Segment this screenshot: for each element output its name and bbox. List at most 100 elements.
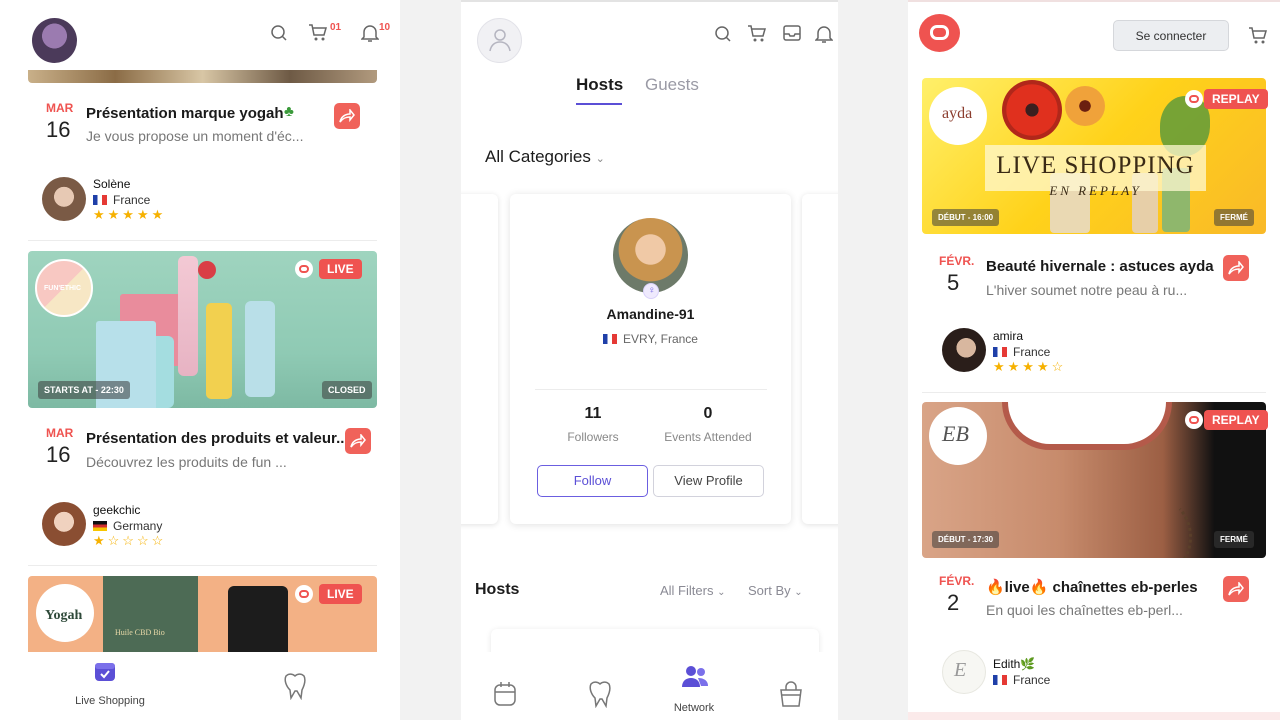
tab-guests[interactable]: Guests — [645, 75, 699, 95]
live-badge: LIVE — [319, 259, 362, 279]
view-profile-button[interactable]: View Profile — [653, 465, 764, 497]
product-ball — [198, 261, 216, 279]
host-name[interactable]: Solène — [93, 177, 130, 191]
host-name[interactable]: geekchic — [93, 503, 140, 517]
cart-icon[interactable] — [1248, 26, 1268, 46]
hosts-section-title: Hosts — [475, 581, 520, 598]
event-day: 2 — [947, 590, 960, 615]
cart-icon[interactable] — [308, 23, 328, 43]
france-flag-icon — [93, 195, 107, 205]
start-time-tag: STARTS AT - 22:30 — [38, 381, 130, 399]
network-screen: Hosts Guests All Categories ⌄ ♀ Amandine… — [461, 0, 838, 720]
bell-icon[interactable] — [815, 24, 833, 44]
replay-screen: Se connecter ayda LIVE SHOPPING EN REPLA… — [908, 0, 1280, 720]
profile-card-previous[interactable] — [461, 194, 498, 524]
inbox-icon[interactable] — [782, 24, 802, 42]
host-country: Germany — [93, 519, 162, 533]
tooth-icon[interactable] — [587, 680, 613, 708]
event-description: Je vous propose un moment d'éc... — [86, 128, 304, 144]
cart-count-badge: 01 — [330, 22, 342, 33]
bottom-nav: Network — [461, 652, 838, 720]
event-month: FÉVR. — [939, 574, 975, 588]
event-month: MAR — [46, 426, 74, 440]
nav-live-shopping-label[interactable]: Live Shopping — [62, 695, 158, 707]
profile-card: ♀ Amandine-91 EVRY, France 11 Followers … — [510, 194, 791, 524]
cart-icon[interactable] — [747, 24, 767, 44]
start-time-tag: DÉBUT - 16:00 — [932, 209, 1000, 226]
closed-tag: CLOSED — [322, 381, 372, 399]
france-flag-icon — [603, 334, 618, 344]
host-avatar[interactable] — [42, 177, 86, 221]
event-day: 16 — [46, 442, 71, 467]
host-country: France — [993, 345, 1050, 359]
profile-name[interactable]: Amandine-91 — [510, 306, 791, 322]
chevron-down-icon: ⌄ — [595, 153, 605, 165]
host-avatar[interactable] — [942, 328, 986, 372]
event-title[interactable]: 🔥live🔥 chaînettes eb-perles — [986, 578, 1198, 596]
host-name[interactable]: Edith🌿 — [993, 657, 1035, 671]
event-description: Découvrez les produits de fun ... — [86, 454, 287, 470]
user-avatar[interactable] — [32, 18, 77, 63]
host-country: France — [993, 673, 1050, 687]
camera-icon — [1185, 411, 1203, 429]
sort-by-dropdown[interactable]: Sort By ⌄ — [748, 583, 803, 598]
profile-avatar[interactable] — [613, 218, 688, 293]
bell-icon[interactable] — [361, 23, 379, 43]
host-avatar[interactable] — [42, 502, 86, 546]
follow-button[interactable]: Follow — [537, 465, 648, 497]
share-button[interactable] — [345, 428, 371, 454]
previous-event-image[interactable] — [28, 70, 377, 83]
events-label: Events Attended — [664, 430, 752, 444]
closed-tag: FERMÉ — [1214, 531, 1254, 548]
profile-card-next[interactable] — [802, 194, 838, 524]
event-title[interactable]: Beauté hivernale : astuces ayda — [986, 258, 1214, 275]
event-title[interactable]: Présentation marque yogah — [86, 105, 284, 122]
next-card-edge — [908, 712, 1280, 720]
dropper-bottle — [228, 586, 288, 656]
calendar-icon[interactable] — [93, 659, 117, 683]
all-filters-dropdown[interactable]: All Filters ⌄ — [660, 583, 725, 598]
people-icon[interactable] — [681, 665, 709, 689]
seedling-icon: ♣ — [284, 103, 294, 120]
host-name[interactable]: amira — [993, 329, 1023, 343]
host-country: France — [93, 193, 150, 207]
search-icon[interactable] — [270, 24, 288, 42]
host-avatar[interactable]: E — [942, 650, 986, 694]
user-avatar[interactable] — [477, 18, 522, 63]
product-bottle — [206, 303, 232, 399]
tab-hosts[interactable]: Hosts — [576, 75, 623, 95]
login-button[interactable]: Se connecter — [1113, 20, 1229, 51]
share-icon — [350, 434, 366, 448]
live-shopping-screen: 01 10 MAR 16 Présentation marque yogah ♣… — [0, 0, 400, 720]
flower — [1002, 80, 1062, 140]
divider — [922, 392, 1266, 393]
closed-tag: FERMÉ — [1214, 209, 1254, 226]
france-flag-icon — [993, 675, 1007, 685]
category-dropdown[interactable]: All Categories ⌄ — [485, 147, 605, 167]
shopping-bag-icon[interactable] — [778, 680, 804, 708]
share-button[interactable] — [1223, 255, 1249, 281]
brand-logo: ayda — [929, 87, 987, 145]
divider — [535, 389, 767, 390]
event-month: MAR — [46, 101, 74, 115]
divider — [28, 240, 377, 241]
germany-flag-icon — [93, 521, 107, 531]
tooth-icon[interactable] — [282, 672, 308, 700]
user-icon — [489, 29, 511, 52]
active-tab-indicator — [576, 103, 622, 105]
share-button[interactable] — [334, 103, 360, 129]
calendar-icon[interactable] — [493, 681, 517, 707]
bottom-nav: Live Shopping — [0, 652, 400, 720]
share-button[interactable] — [1223, 576, 1249, 602]
nav-network-label[interactable]: Network — [661, 702, 727, 714]
camera-icon — [930, 25, 949, 40]
divider — [28, 565, 377, 566]
event-day: 5 — [947, 270, 960, 295]
product-bottle — [178, 256, 198, 376]
banner-title: LIVE SHOPPING — [996, 152, 1195, 179]
app-logo[interactable] — [919, 14, 960, 52]
event-day: 16 — [46, 117, 71, 142]
event-title[interactable]: Présentation des produits et valeur... — [86, 430, 349, 447]
events-count: 0 — [703, 405, 713, 422]
search-icon[interactable] — [714, 25, 732, 43]
